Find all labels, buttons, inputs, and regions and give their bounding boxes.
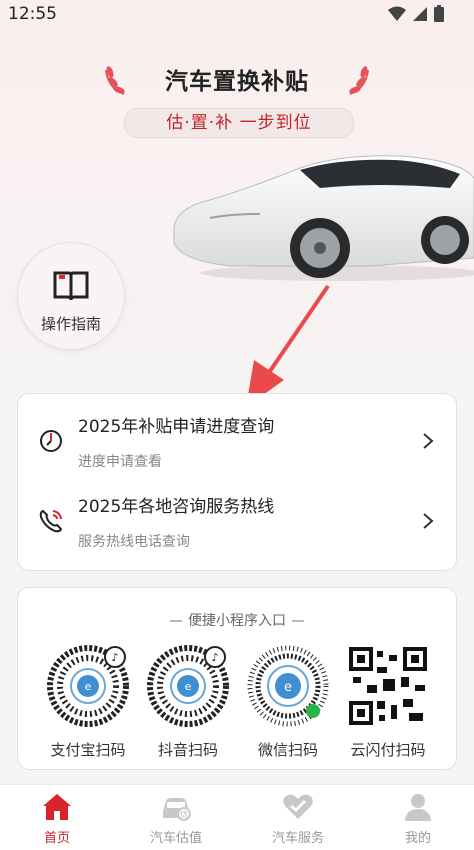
signal-icon [413, 6, 427, 21]
menu-item-progress-query[interactable]: 2025年补贴申请进度查询 进度申请查看 [18, 394, 456, 474]
slogan-badge: 估·置·补 一步到位 [124, 108, 354, 138]
menu-item-title: 2025年各地咨询服务热线 [78, 497, 275, 517]
svg-text:估: 估 [180, 809, 188, 819]
menu-item-title: 2025年补贴申请进度查询 [78, 417, 275, 437]
menu-item-hotline[interactable]: 2025年各地咨询服务热线 服务热线电话查询 [18, 474, 456, 554]
page-title: 汽车置换补贴 [165, 69, 309, 95]
qr-label: 微信扫码 [257, 741, 318, 759]
qr-item-wechat[interactable]: e 微信扫码 [243, 645, 333, 760]
nav-item-home[interactable]: 首页 [17, 793, 97, 846]
laurel-right-icon [349, 66, 369, 95]
nav-item-car-valuation[interactable]: 估 汽车估值 [136, 793, 216, 846]
home-icon [43, 794, 71, 820]
divider [170, 620, 182, 622]
qr-item-unionpay[interactable]: 云闪付扫码 [343, 645, 433, 760]
phone-icon [39, 509, 63, 533]
nav-item-profile[interactable]: 我的 [378, 793, 458, 846]
unionpay-qr-code [349, 647, 427, 725]
svg-text:e: e [284, 680, 292, 695]
douyin-qr-code: e ♪ [147, 645, 229, 727]
chevron-right-icon [423, 433, 434, 449]
svg-text:♪: ♪ [211, 651, 218, 664]
svg-text:e: e [85, 680, 92, 693]
guide-label: 操作指南 [40, 315, 101, 333]
wechat-qr-code: e [247, 645, 329, 727]
nav-label: 首页 [43, 831, 70, 846]
qr-label: 云闪付扫码 [350, 741, 426, 759]
alipay-qr-code: e ♪ [47, 645, 129, 727]
status-time: 12:55 [8, 4, 57, 24]
bottom-nav: 首页 估 汽车估值 汽车服务 我的 [0, 784, 474, 850]
qr-label: 抖音扫码 [157, 741, 218, 759]
qr-item-alipay[interactable]: e ♪ 支付宝扫码 [43, 645, 133, 760]
svg-text:♪: ♪ [111, 651, 118, 664]
qr-item-douyin[interactable]: e ♪ 抖音扫码 [143, 645, 233, 760]
quick-entry-header: 便捷小程序入口 [188, 613, 286, 629]
nav-label: 汽车服务 [271, 831, 324, 846]
book-icon [53, 271, 89, 301]
car-valuation-icon: 估 [163, 798, 191, 821]
battery-icon [434, 5, 444, 22]
nav-label: 汽车估值 [149, 831, 202, 846]
menu-item-subtitle: 服务热线电话查询 [78, 534, 190, 550]
heart-handshake-icon [283, 794, 313, 819]
wifi-icon [388, 6, 406, 21]
quick-entry-card: 便捷小程序入口 e ♪ 支付宝扫码 e ♪ 抖音扫码 e 微信扫码 云闪付扫码 [17, 587, 457, 770]
status-icons [388, 5, 444, 22]
status-bar: 12:55 [0, 0, 474, 30]
chevron-right-icon [423, 513, 434, 529]
nav-label: 我的 [404, 831, 431, 846]
svg-text:e: e [185, 680, 192, 693]
menu-item-subtitle: 进度申请查看 [78, 454, 162, 470]
car-illustration [173, 155, 474, 281]
qr-label: 支付宝扫码 [50, 741, 126, 759]
guide-button[interactable]: 操作指南 [17, 242, 125, 350]
divider [292, 620, 304, 622]
user-icon [405, 794, 431, 821]
service-menu-card: 2025年补贴申请进度查询 进度申请查看 2025年各地咨询服务热线 服务热线电… [17, 393, 457, 571]
clock-icon [40, 430, 62, 452]
nav-item-car-service[interactable]: 汽车服务 [258, 793, 338, 846]
